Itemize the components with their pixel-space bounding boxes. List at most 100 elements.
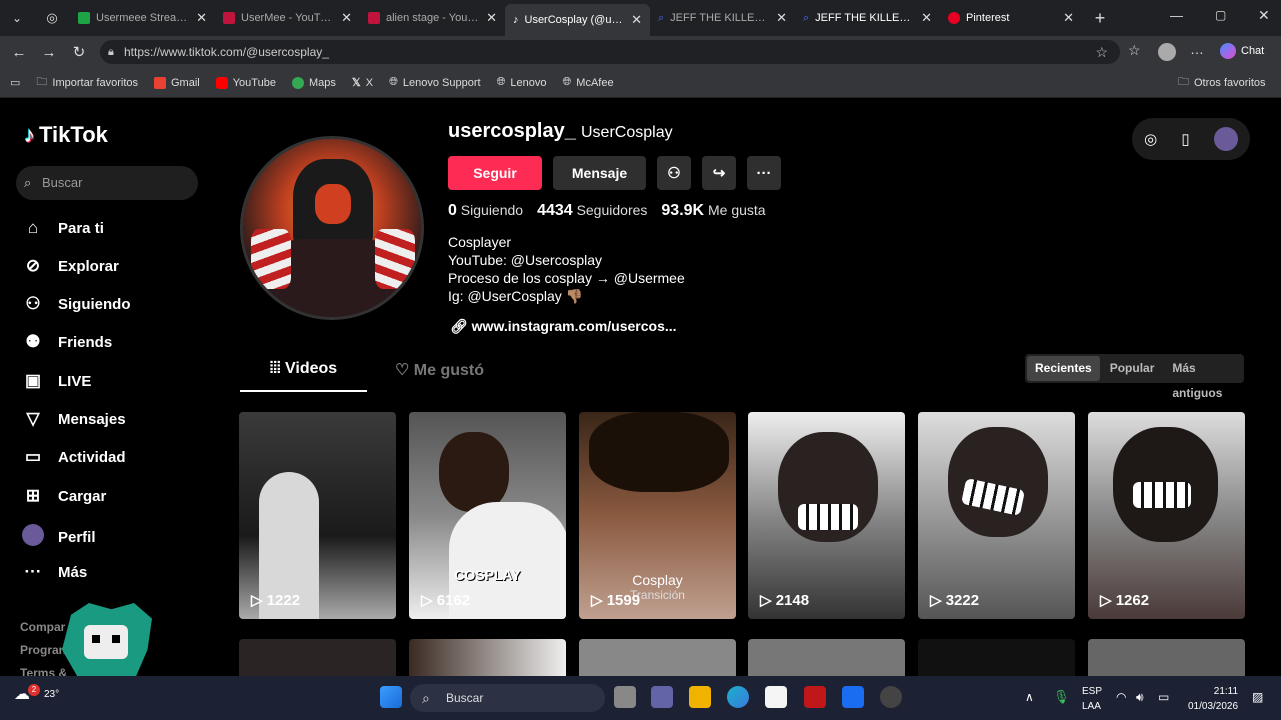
bookmark-item[interactable]: Maps <box>291 76 336 89</box>
bookmark-item[interactable]: 🌐︎ McAfee <box>562 76 613 89</box>
tiktok-logo[interactable]: ♪ TikTok <box>24 122 108 148</box>
new-tab-button[interactable]: + <box>1082 8 1118 29</box>
tray-chevron-icon[interactable]: ∧ <box>1025 690 1034 704</box>
close-tab-icon[interactable]: ✕ <box>921 10 932 26</box>
tab-videos[interactable]: ⦙⦙⦙ Videos <box>240 360 367 392</box>
close-tab-icon[interactable]: ✕ <box>1063 10 1074 26</box>
browser-tab[interactable]: ⌕ JEFF THE KILLER - Bu ✕ <box>650 4 795 32</box>
reload-icon[interactable]: ↻ <box>64 43 94 61</box>
tab-liked[interactable]: ♡ Me gustó <box>395 360 484 380</box>
url-input[interactable]: 🔒︎ https://www.tiktok.com/@usercosplay_ … <box>100 40 1120 64</box>
browser-tab[interactable]: Pinterest ✕ <box>940 4 1082 32</box>
tab-actions-button[interactable]: ⌄ <box>0 11 34 25</box>
microphone-icon[interactable]: 🎙︎ <box>1053 689 1070 705</box>
sort-recientes[interactable]: Recientes <box>1027 356 1100 381</box>
nav-item-siguiendo[interactable]: ⚇ Siguiendo <box>22 294 130 314</box>
close-tab-icon[interactable]: ✕ <box>486 10 497 26</box>
dropbox-icon[interactable] <box>842 686 864 708</box>
browser-tab[interactable]: ⌕ JEFF THE KILLER - Bo ✕ <box>795 4 940 32</box>
wifi-icon[interactable]: ◠ <box>1116 690 1126 704</box>
bookmark-item[interactable]: Gmail <box>154 76 200 89</box>
video-thumbnail[interactable]: Cosplay Transición ▷ 1599 <box>579 412 736 619</box>
profile-avatar-icon[interactable] <box>1158 43 1176 61</box>
sort-mas-antiguos[interactable]: Más antiguos <box>1164 356 1244 400</box>
followers-stat[interactable]: 4434 Seguidores <box>537 202 647 220</box>
workspaces-icon[interactable]: ◎ <box>34 10 70 26</box>
weather-widget[interactable]: ☁ 2 23° <box>14 684 59 704</box>
video-thumbnail[interactable]: ▷ 1222 <box>239 412 396 619</box>
suggested-accounts-button[interactable]: ⚇ <box>657 156 691 190</box>
sort-popular[interactable]: Popular <box>1102 356 1163 381</box>
language-indicator[interactable]: ESP LAA <box>1082 686 1102 712</box>
footer-link[interactable]: Terms & <box>20 666 67 676</box>
teams-icon[interactable] <box>651 686 673 708</box>
video-thumbnail[interactable] <box>918 639 1075 676</box>
video-thumbnail[interactable] <box>579 639 736 676</box>
nav-item-actividad[interactable]: ▭ Actividad <box>22 447 126 467</box>
maximize-button[interactable]: ▢ <box>1215 8 1226 22</box>
footer-link[interactable]: Progran <box>20 643 66 657</box>
device-icon[interactable]: ▯ <box>1181 130 1189 148</box>
video-thumbnail[interactable]: ▷ 1262 <box>1088 412 1245 619</box>
reading-list-icon[interactable]: ▭ <box>10 76 20 89</box>
file-explorer-icon[interactable] <box>689 686 711 708</box>
close-tab-icon[interactable]: ✕ <box>631 12 642 28</box>
nav-item-para-ti[interactable]: ⌂ Para ti <box>22 218 104 238</box>
bookmark-item[interactable]: YouTube <box>215 76 276 89</box>
close-window-button[interactable]: ✕ <box>1258 7 1270 24</box>
video-thumbnail[interactable] <box>409 639 566 676</box>
browser-tab[interactable]: UserMee - YouTube ✕ <box>215 4 360 32</box>
favorite-star-icon[interactable]: ☆ <box>1095 40 1108 64</box>
user-avatar-icon[interactable] <box>1213 127 1238 151</box>
close-tab-icon[interactable]: ✕ <box>196 10 207 26</box>
nav-item-mas[interactable]: ··· Más <box>22 562 88 582</box>
video-thumbnail[interactable]: COSPLAY ▷ 6162 <box>409 412 566 619</box>
favorites-icon[interactable]: ☆ <box>1128 42 1141 59</box>
search-input[interactable]: ⌕ Buscar <box>16 166 198 200</box>
message-button[interactable]: Mensaje <box>553 156 646 190</box>
share-button[interactable]: ↪ <box>702 156 736 190</box>
other-favorites[interactable]: 🗀 Otros favoritos <box>1178 73 1266 92</box>
forward-arrow-icon[interactable]: → <box>34 44 64 61</box>
nav-item-friends[interactable]: ⚉ Friends <box>22 332 112 352</box>
task-view-icon[interactable] <box>614 686 636 708</box>
clock[interactable]: 21:11 01/03/2026 <box>1188 686 1238 712</box>
edge-icon[interactable] <box>727 686 749 708</box>
video-thumbnail[interactable]: ▷ 3222 <box>918 412 1075 619</box>
windows-start-icon[interactable] <box>380 686 402 708</box>
bookmark-item[interactable]: 🌐︎ Lenovo <box>497 76 547 89</box>
nav-item-explorar[interactable]: ⊘ Explorar <box>22 256 119 276</box>
coins-icon[interactable]: ◎ <box>1144 130 1157 148</box>
taskbar-search[interactable]: ⌕ Buscar <box>410 684 605 712</box>
settings-more-icon[interactable]: … <box>1190 41 1204 57</box>
following-stat[interactable]: 0 Siguiendo <box>448 202 523 220</box>
bookmark-item[interactable]: 𝕏X <box>352 76 373 90</box>
volume-icon[interactable]: 🔊︎ <box>1136 690 1144 705</box>
video-thumbnail[interactable] <box>748 639 905 676</box>
close-tab-icon[interactable]: ✕ <box>776 10 787 26</box>
minimize-button[interactable]: — <box>1170 8 1183 23</box>
nav-item-live[interactable]: ▣ LIVE <box>22 371 91 391</box>
video-thumbnail[interactable] <box>239 639 396 676</box>
store-icon[interactable] <box>765 686 787 708</box>
bookmark-item[interactable]: 🌐︎ Lenovo Support <box>389 76 480 89</box>
bookmark-item[interactable]: 🗀 Importar favoritos <box>36 73 138 92</box>
nav-item-mensajes[interactable]: ▽ Mensajes <box>22 409 125 429</box>
notifications-icon[interactable]: ▨ <box>1252 690 1263 704</box>
copilot-chat-button[interactable]: Chat <box>1220 43 1264 59</box>
more-options-button[interactable]: ··· <box>747 156 781 190</box>
close-tab-icon[interactable]: ✕ <box>341 10 352 26</box>
back-arrow-icon[interactable]: ← <box>4 44 34 61</box>
video-thumbnail[interactable] <box>1088 639 1245 676</box>
app-icon[interactable] <box>880 686 902 708</box>
mcafee-icon[interactable] <box>804 686 826 708</box>
battery-icon[interactable]: ▭ <box>1158 690 1169 704</box>
profile-avatar[interactable] <box>240 136 424 320</box>
browser-tab[interactable]: alien stage - YouTub ✕ <box>360 4 505 32</box>
footer-link[interactable]: Compar <box>20 620 65 634</box>
profile-link[interactable]: 🔗︎ www.instagram.com/usercos... <box>450 318 677 335</box>
browser-tab[interactable]: Usermeee Stream - \ ✕ <box>70 4 215 32</box>
nav-item-cargar[interactable]: ⊞ Cargar <box>22 486 106 506</box>
video-thumbnail[interactable]: ▷ 2148 <box>748 412 905 619</box>
follow-button[interactable]: Seguir <box>448 156 542 190</box>
